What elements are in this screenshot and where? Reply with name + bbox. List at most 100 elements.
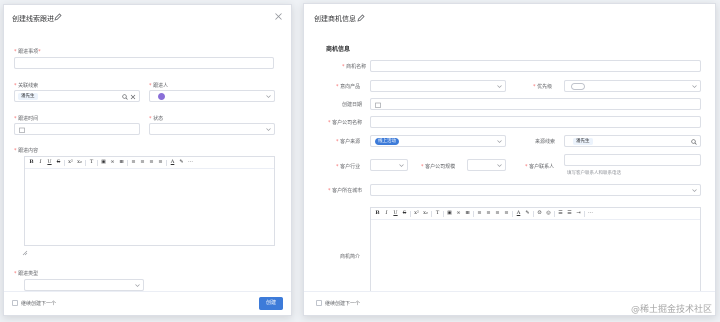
image-icon[interactable]: ▣	[446, 210, 453, 217]
type-select[interactable]	[24, 279, 144, 291]
continue-checkbox[interactable]	[12, 300, 18, 306]
intro-editor[interactable]: B I U S x² x₂ T ▣ ∞ ⊞ ≡ ≡ ≡ ≡ A ✎ ☺ ◎ ☰	[370, 207, 701, 302]
align-center-icon[interactable]: ≡	[485, 210, 492, 217]
lead-select[interactable]: 潘先生	[564, 135, 701, 147]
edit-icon[interactable]	[54, 13, 62, 21]
subscript-icon[interactable]: x₂	[76, 159, 83, 166]
continue-checkbox[interactable]	[316, 300, 322, 306]
related-lead-label: * 关联线索	[14, 83, 39, 89]
follow-time-picker[interactable]	[14, 123, 140, 135]
calendar-icon	[375, 102, 381, 108]
edit-icon[interactable]	[357, 14, 365, 22]
industry-label: * 客户行业	[336, 164, 361, 170]
related-lead-tag: 潘先生	[18, 93, 38, 100]
editor-toolbar: B I U S x² x₂ T ▣ ∞ ⊞ ≡ ≡ ≡ ≡ A ✎ ☺ ◎ ☰	[371, 208, 700, 220]
continue-label: 继续创建下一个	[21, 301, 57, 307]
lead-tag: 潘先生	[573, 137, 593, 145]
align-right-icon[interactable]: ≡	[494, 210, 501, 217]
highlight-icon[interactable]: ✎	[178, 159, 185, 166]
underline-icon[interactable]: U	[392, 210, 399, 217]
product-select[interactable]	[370, 80, 506, 92]
priority-select[interactable]	[564, 80, 701, 92]
create-date-label: 创建日期	[342, 102, 363, 108]
align-center-icon[interactable]: ≡	[139, 159, 146, 166]
font-color-icon[interactable]: A	[169, 159, 176, 166]
scale-label: * 客户公司规模	[421, 164, 456, 170]
align-left-icon[interactable]: ≡	[476, 210, 483, 217]
contact-input[interactable]	[564, 154, 701, 166]
align-justify-icon[interactable]: ≡	[157, 159, 164, 166]
search-icon[interactable]	[122, 93, 128, 100]
dialog-header: 创建线索跟进	[4, 5, 291, 33]
subject-label: * 跟进事项*	[14, 49, 41, 55]
chevron-down-icon	[497, 85, 502, 88]
opportunity-dialog: 创建商机信息 商机信息 * 商机名称 * 意向产品 * 优先级 创建日期 * 客…	[303, 3, 716, 316]
scale-select[interactable]	[467, 159, 506, 171]
chevron-down-icon	[497, 164, 502, 167]
table-icon[interactable]: ⊞	[118, 159, 125, 166]
superscript-icon[interactable]: x²	[67, 159, 74, 166]
clear-format-icon[interactable]: T	[434, 210, 441, 217]
table-icon[interactable]: ⊞	[464, 210, 471, 217]
strikethrough-icon[interactable]: S	[55, 159, 62, 166]
more-icon[interactable]: ⋯	[587, 210, 594, 217]
city-select[interactable]	[370, 184, 701, 196]
source-tag: 线上活动	[375, 137, 399, 145]
code-icon[interactable]: ◎	[545, 210, 552, 217]
continue-label: 继续创建下一个	[325, 301, 361, 307]
more-icon[interactable]: ⋯	[187, 159, 194, 166]
source-select[interactable]: 线上活动	[370, 135, 506, 147]
chevron-down-icon	[266, 128, 271, 131]
related-lead-select[interactable]: 潘先生	[14, 90, 140, 102]
emoji-icon[interactable]: ☺	[536, 210, 543, 217]
subject-input[interactable]	[14, 57, 274, 69]
priority-radio[interactable]	[571, 82, 585, 90]
list-ordered-icon[interactable]: ☰	[557, 210, 564, 217]
underline-icon[interactable]: U	[46, 159, 53, 166]
align-justify-icon[interactable]: ≡	[503, 210, 510, 217]
chevron-down-icon	[497, 140, 502, 143]
search-icon[interactable]	[691, 138, 697, 145]
name-label: * 商机名称	[342, 64, 367, 70]
status-label: * 状态	[149, 116, 164, 122]
lead-followup-dialog: 创建线索跟进 * 跟进事项* * 关联线索 潘先生 * 跟进人 * 跟进时间 *…	[3, 4, 292, 316]
font-color-icon[interactable]: A	[515, 210, 522, 217]
content-editor[interactable]: B I U S x² x₂ T ▣ ∞ ⊞ ≡ ≡ ≡ ≡ A ✎ ⋯	[24, 156, 275, 246]
clear-format-icon[interactable]: T	[88, 159, 95, 166]
dialog-footer: 继续创建下一个 创建	[4, 291, 291, 315]
chevron-down-icon	[399, 164, 404, 167]
subscript-icon[interactable]: x₂	[422, 210, 429, 217]
clear-icon[interactable]	[130, 94, 136, 100]
link-icon[interactable]: ∞	[455, 210, 462, 217]
link-icon[interactable]: ∞	[109, 159, 116, 166]
close-icon[interactable]	[274, 12, 283, 21]
align-left-icon[interactable]: ≡	[130, 159, 137, 166]
city-label: * 客户所在城市	[328, 188, 363, 194]
indent-icon[interactable]: ⇥	[575, 210, 582, 217]
superscript-icon[interactable]: x²	[413, 210, 420, 217]
follower-select[interactable]	[149, 90, 275, 102]
align-right-icon[interactable]: ≡	[148, 159, 155, 166]
resize-icon[interactable]	[22, 250, 28, 256]
highlight-icon[interactable]: ✎	[524, 210, 531, 217]
follow-time-label: * 跟进时间	[14, 116, 39, 122]
bold-icon[interactable]: B	[28, 159, 35, 166]
strikethrough-icon[interactable]: S	[401, 210, 408, 217]
type-label: * 跟进类型	[14, 271, 39, 277]
bold-icon[interactable]: B	[374, 210, 381, 217]
create-date-picker[interactable]	[370, 98, 701, 110]
status-select[interactable]	[149, 123, 275, 135]
company-input[interactable]	[370, 116, 701, 128]
follower-label: * 跟进人	[149, 83, 169, 89]
name-input[interactable]	[370, 60, 701, 72]
source-label: * 客户来源	[336, 139, 361, 145]
italic-icon[interactable]: I	[383, 210, 390, 217]
chevron-down-icon	[266, 95, 271, 98]
italic-icon[interactable]: I	[37, 159, 44, 166]
image-icon[interactable]: ▣	[100, 159, 107, 166]
industry-select[interactable]	[370, 159, 408, 171]
chevron-down-icon	[692, 85, 697, 88]
list-bullet-icon[interactable]: ☰	[566, 210, 573, 217]
chevron-down-icon	[692, 189, 697, 192]
create-button[interactable]: 创建	[259, 297, 283, 310]
